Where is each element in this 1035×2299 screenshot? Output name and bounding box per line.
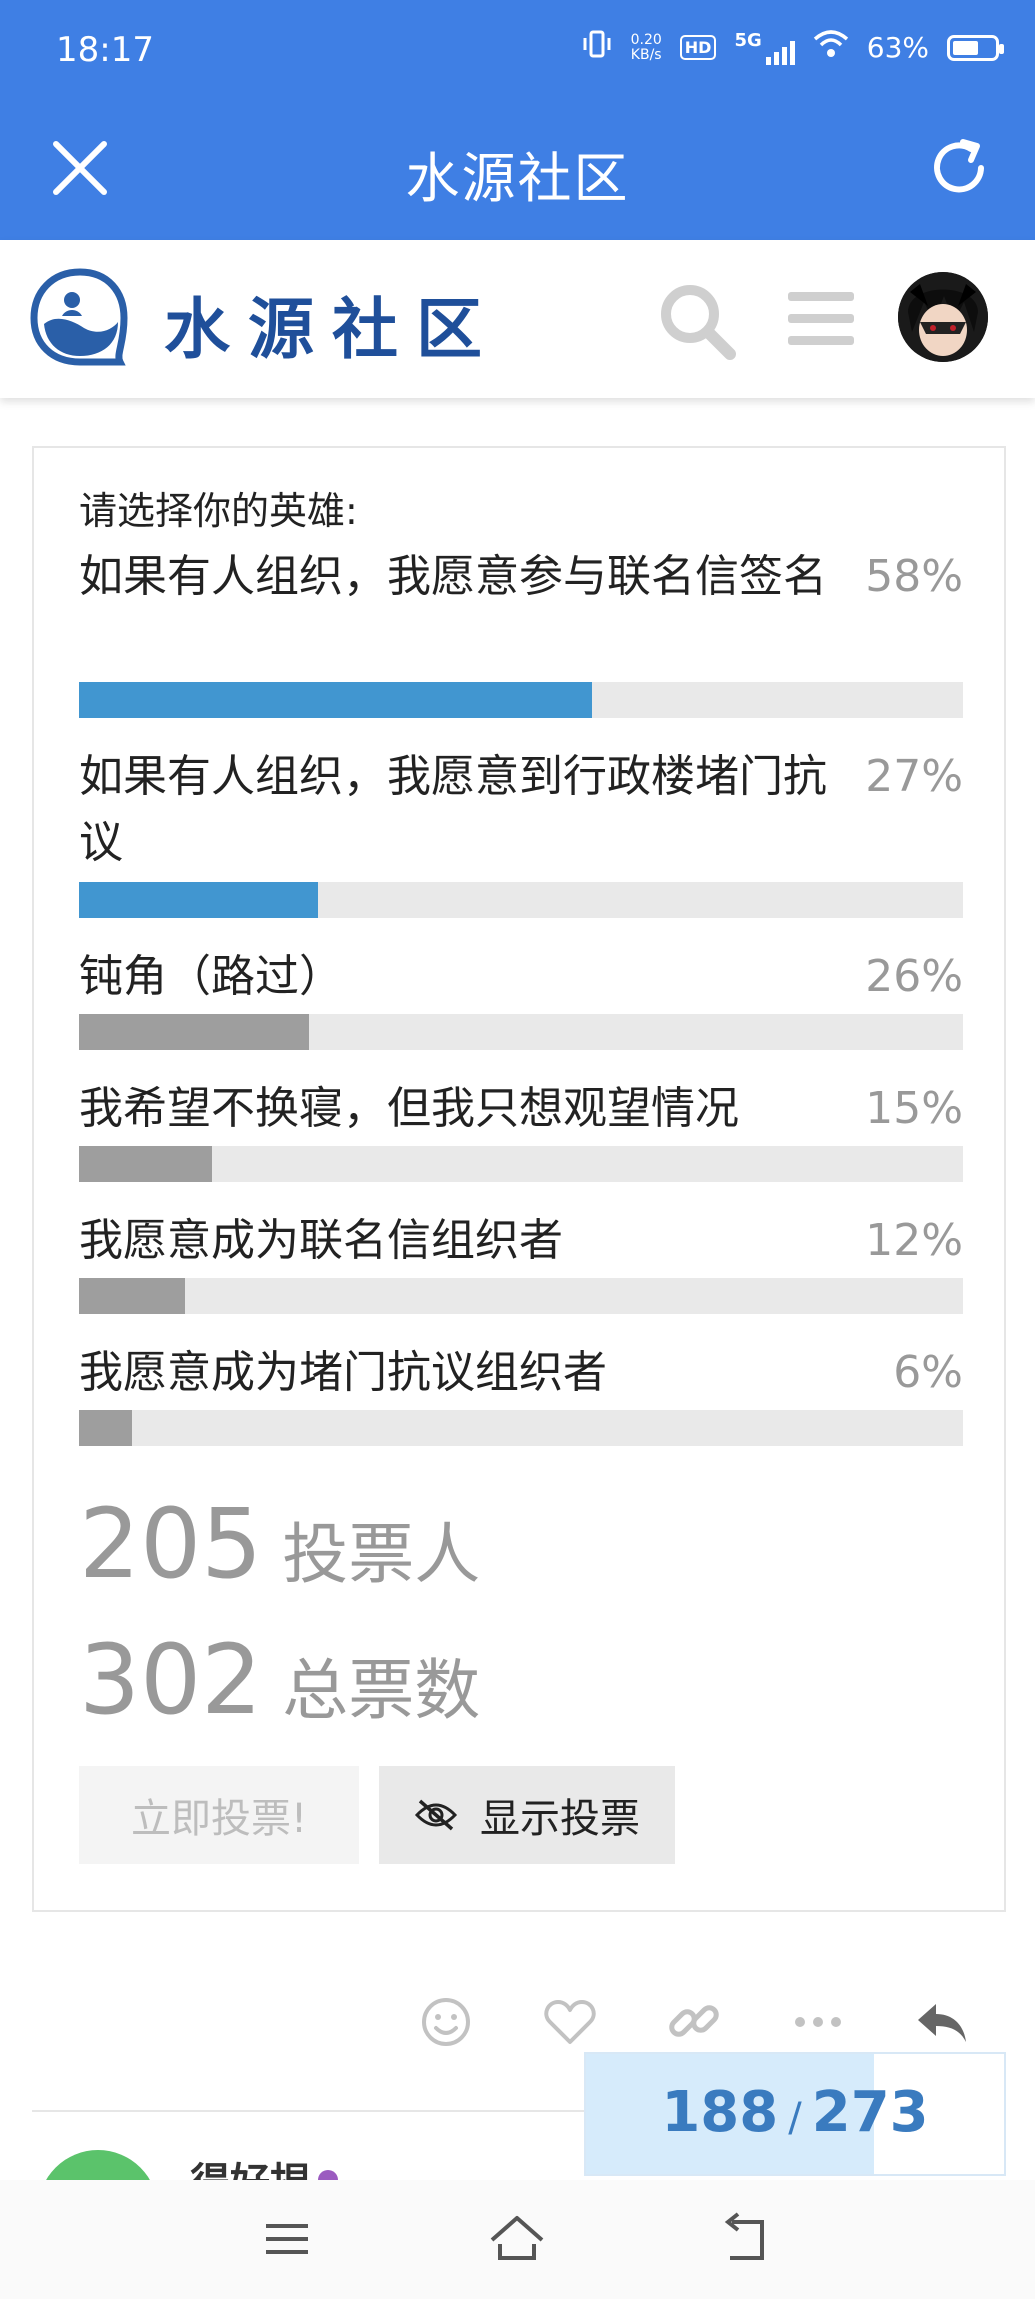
refresh-button[interactable] bbox=[923, 132, 995, 204]
poll-option-percent: 58% bbox=[865, 551, 963, 602]
menu-button[interactable] bbox=[786, 286, 856, 352]
battery-percent: 63% bbox=[866, 31, 929, 64]
poll-card: 请选择你的英雄: 如果有人组织，我愿意参与联名信签名 58% 如果有人组织，我愿… bbox=[32, 446, 1006, 1912]
poll-option-bar bbox=[79, 682, 963, 718]
status-bar: 18:17 0.20 KB/s HD 5G 63% bbox=[0, 0, 1035, 104]
refresh-icon bbox=[934, 139, 984, 193]
votes-label: 总票数 bbox=[282, 1652, 481, 1729]
net-speed-value: 0.20 bbox=[630, 31, 662, 48]
poll-option: 我愿意成为联名信组织者 12% bbox=[79, 1208, 963, 1314]
poll-option-percent: 27% bbox=[865, 751, 963, 802]
poll-option-bar-fill bbox=[79, 1146, 212, 1182]
poll-option: 我希望不换寝，但我只想观望情况 15% bbox=[79, 1076, 963, 1182]
status-time: 18:17 bbox=[56, 30, 154, 70]
reply-icon bbox=[918, 2004, 966, 2042]
poll-option-bar-fill bbox=[79, 1410, 133, 1446]
poll-option-bar-fill bbox=[79, 1014, 309, 1050]
vote-now-button[interactable]: 立即投票! bbox=[79, 1766, 359, 1864]
net-speed: 0.20 KB/s bbox=[630, 31, 662, 63]
reply-button[interactable] bbox=[910, 1990, 974, 2054]
site-header: 水源社区 bbox=[0, 240, 1035, 398]
heart-icon bbox=[544, 2000, 596, 2044]
progress-current: 188 bbox=[661, 2080, 779, 2145]
poll-option-percent: 15% bbox=[865, 1083, 963, 1134]
signal-icon bbox=[765, 39, 795, 65]
logo-text: 水源社区 bbox=[164, 291, 500, 368]
more-icon bbox=[795, 2017, 841, 2027]
net-speed-unit: KB/s bbox=[630, 46, 662, 63]
poll-option-percent: 26% bbox=[865, 951, 963, 1002]
battery-icon bbox=[947, 34, 1004, 61]
poll-option: 如果有人组织，我愿意参与联名信签名 58% bbox=[79, 544, 963, 718]
search-icon bbox=[661, 285, 736, 360]
votes-stat: 302 总票数 bbox=[79, 1624, 480, 1736]
poll-option-label: 我愿意成为堵门抗议组织者 bbox=[79, 1347, 607, 1398]
progress-separator: / bbox=[788, 2095, 802, 2141]
voters-stat: 205 投票人 bbox=[79, 1488, 480, 1600]
hd-badge: HD bbox=[679, 35, 717, 60]
poll-title: 请选择你的英雄: bbox=[79, 489, 358, 533]
poll-option-label: 我愿意成为联名信组织者 bbox=[79, 1215, 563, 1266]
app-title: 水源社区 bbox=[405, 147, 630, 210]
poll-option: 钝角（路过） 26% bbox=[79, 944, 963, 1050]
vibrate-icon bbox=[581, 28, 613, 67]
more-button[interactable] bbox=[786, 1990, 850, 2054]
nav-menu-button[interactable] bbox=[252, 2204, 322, 2274]
status-icons: 0.20 KB/s HD 5G 63% bbox=[581, 28, 1004, 67]
user-avatar[interactable] bbox=[898, 272, 988, 362]
smile-icon bbox=[422, 1998, 470, 2046]
poll-option-bar bbox=[79, 1410, 963, 1446]
poll-option-bar bbox=[79, 1146, 963, 1182]
poll-option: 如果有人组织，我愿意到行政楼堵门抗议 27% bbox=[79, 744, 963, 918]
poll-option-label: 如果有人组织，我愿意到行政楼堵门抗议 bbox=[79, 751, 827, 868]
voters-label: 投票人 bbox=[282, 1516, 481, 1593]
system-nav-bar bbox=[0, 2180, 1035, 2299]
emoji-button[interactable] bbox=[414, 1990, 478, 2054]
back-icon bbox=[724, 2212, 764, 2260]
show-votes-button[interactable]: 显示投票 bbox=[379, 1766, 675, 1864]
poll-option-percent: 6% bbox=[893, 1347, 963, 1398]
poll-option-bar-fill bbox=[79, 882, 318, 918]
poll-option-label: 如果有人组织，我愿意参与联名信签名 bbox=[79, 551, 827, 602]
progress-total: 273 bbox=[811, 2080, 929, 2145]
search-button[interactable] bbox=[656, 280, 738, 362]
network-label: 5G bbox=[734, 30, 762, 51]
poll-option-bar bbox=[79, 1278, 963, 1314]
home-icon bbox=[490, 2216, 544, 2260]
nav-back-button[interactable] bbox=[712, 2204, 782, 2274]
eye-slash-icon bbox=[414, 1799, 458, 1831]
hamburger-menu-icon bbox=[788, 292, 854, 345]
menu-icon bbox=[266, 2224, 308, 2254]
poll-option-bar bbox=[79, 1014, 963, 1050]
topic-progress[interactable]: 188/273 bbox=[584, 2052, 1006, 2176]
poll-option-bar-fill bbox=[79, 682, 592, 718]
link-icon bbox=[669, 2005, 719, 2037]
like-button[interactable] bbox=[538, 1990, 602, 2054]
poll-option: 我愿意成为堵门抗议组织者 6% bbox=[79, 1340, 963, 1446]
poll-option-label: 我希望不换寝，但我只想观望情况 bbox=[79, 1083, 739, 1134]
logo-icon[interactable] bbox=[26, 264, 134, 372]
show-votes-label: 显示投票 bbox=[480, 1796, 640, 1842]
wifi-icon bbox=[813, 29, 849, 66]
nav-home-button[interactable] bbox=[482, 2204, 552, 2274]
poll-option-percent: 12% bbox=[865, 1215, 963, 1266]
poll-option-bar bbox=[79, 882, 963, 918]
app-bar: 水源社区 bbox=[0, 104, 1035, 240]
voters-count: 205 bbox=[79, 1488, 263, 1600]
copy-link-button[interactable] bbox=[662, 1990, 726, 2054]
poll-option-bar-fill bbox=[79, 1278, 186, 1314]
poll-option-label: 钝角（路过） bbox=[79, 951, 343, 1002]
network-type: 5G bbox=[734, 30, 795, 65]
topic-progress-text: 188/273 bbox=[586, 2080, 1004, 2145]
votes-count: 302 bbox=[79, 1624, 263, 1736]
